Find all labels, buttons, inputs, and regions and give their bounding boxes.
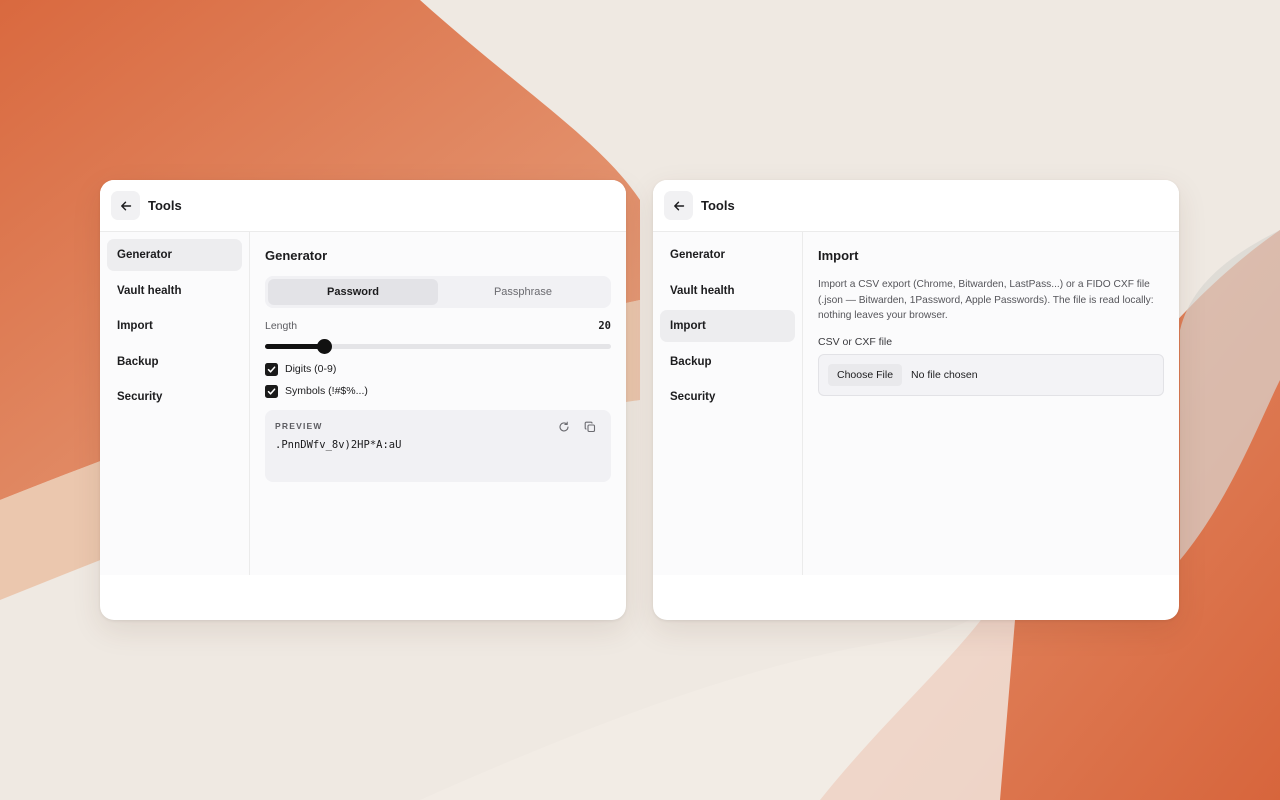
tools-window-generator: Tools Generator Vault health Import Back… xyxy=(100,180,626,620)
sidebar-item-security[interactable]: Security xyxy=(660,381,795,413)
tab-password[interactable]: Password xyxy=(268,279,438,305)
sidebar-item-vault-health[interactable]: Vault health xyxy=(660,275,795,307)
length-value: 20 xyxy=(598,320,611,332)
sidebar-item-label: Backup xyxy=(117,355,159,368)
checkmark-icon xyxy=(267,365,276,373)
sidebar-item-label: Security xyxy=(670,391,716,403)
sidebar-item-label: Import xyxy=(670,320,706,332)
preview-label: PREVIEW xyxy=(275,421,323,431)
slider-fill xyxy=(265,344,324,349)
sidebar-item-label: Vault health xyxy=(117,284,182,297)
import-panel: Import Import a CSV export (Chrome, Bitw… xyxy=(803,232,1179,575)
sidebar-item-import[interactable]: Import xyxy=(107,310,242,342)
sidebar-item-label: Vault health xyxy=(670,284,735,297)
sidebar-item-vault-health[interactable]: Vault health xyxy=(107,275,242,307)
mode-segmented-control: Password Passphrase xyxy=(265,276,611,308)
header-title: Tools xyxy=(148,198,182,213)
preview-box: PREVIEW .PnnDWfv_8v)2HP*A:aU xyxy=(265,410,611,482)
symbols-option[interactable]: Symbols (!#$%...) xyxy=(265,384,611,398)
sidebar-item-label: Security xyxy=(117,391,163,403)
sidebar-item-import[interactable]: Import xyxy=(660,310,795,342)
page-title: Import xyxy=(818,248,859,263)
sidebar-item-generator[interactable]: Generator xyxy=(660,239,795,271)
digits-option[interactable]: Digits (0-9) xyxy=(265,362,611,376)
slider-thumb[interactable] xyxy=(316,339,332,354)
copy-icon xyxy=(584,421,596,433)
import-description: Import a CSV export (Chrome, Bitwarden, … xyxy=(818,279,1154,321)
sidebar-item-label: Generator xyxy=(117,249,172,261)
sidebar-item-generator[interactable]: Generator xyxy=(107,239,242,271)
page-title: Generator xyxy=(265,248,328,263)
symbols-checkbox[interactable] xyxy=(265,384,278,398)
sidebar-item-backup[interactable]: Backup xyxy=(107,346,242,378)
choose-file-button[interactable]: Choose File xyxy=(828,363,903,386)
file-field-label: CSV or CXF file xyxy=(818,335,893,348)
sidebar-item-backup[interactable]: Backup xyxy=(660,346,795,378)
arrow-left-icon xyxy=(673,201,684,210)
refresh-icon xyxy=(559,421,569,432)
copy-button[interactable] xyxy=(583,420,597,434)
sidebar-item-label: Import xyxy=(117,320,153,332)
length-slider[interactable] xyxy=(265,338,611,354)
generator-panel: Generator Password Passphrase Length 20 … xyxy=(250,232,626,575)
window-header: Tools xyxy=(100,180,626,232)
sidebar: Generator Vault health Import Backup Sec… xyxy=(653,232,803,575)
length-label: Length xyxy=(265,320,298,332)
sidebar-item-security[interactable]: Security xyxy=(107,381,242,413)
file-status: No file chosen xyxy=(911,368,978,381)
back-button[interactable] xyxy=(111,191,140,220)
sidebar-item-label: Backup xyxy=(670,355,712,368)
checkmark-icon xyxy=(267,387,276,395)
back-button[interactable] xyxy=(664,191,693,220)
tools-window-import: Tools Generator Vault health Import Back… xyxy=(653,180,1179,620)
header-title: Tools xyxy=(701,198,735,213)
window-header: Tools xyxy=(653,180,1179,232)
generated-password: .PnnDWfv_8v)2HP*A:aU xyxy=(275,439,402,451)
digits-checkbox[interactable] xyxy=(265,362,278,376)
file-input[interactable]: Choose File No file chosen xyxy=(818,353,1164,396)
symbols-label: Symbols (!#$%...) xyxy=(285,385,368,397)
refresh-button[interactable] xyxy=(557,420,571,434)
digits-label: Digits (0-9) xyxy=(285,363,337,375)
arrow-left-icon xyxy=(120,201,131,210)
tab-passphrase[interactable]: Passphrase xyxy=(438,279,608,305)
sidebar-item-label: Generator xyxy=(670,249,725,261)
sidebar: Generator Vault health Import Backup Sec… xyxy=(100,232,250,575)
